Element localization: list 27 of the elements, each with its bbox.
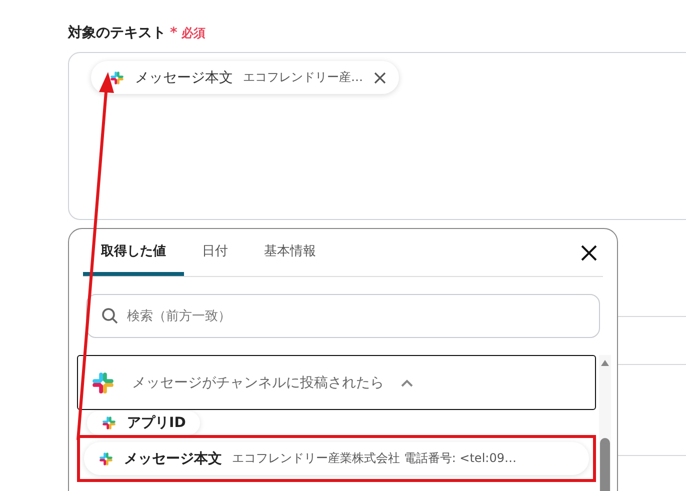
group-title: メッセージがチャンネルに投稿されたら [132, 374, 384, 392]
variable-item[interactable]: メッセージ本文 エコフレンドリー産業株式会社 電話番号: <tel:09… [84, 442, 589, 475]
tab[interactable]: 日付 [184, 229, 246, 276]
close-icon[interactable] [373, 70, 387, 84]
slack-icon [90, 370, 116, 396]
required-mark: * [170, 25, 178, 41]
trigger-group-header[interactable]: メッセージがチャンネルに投稿されたら [77, 355, 596, 410]
close-button[interactable] [579, 243, 599, 263]
chip-name: メッセージ本文 [135, 68, 233, 86]
field-label: 対象のテキスト [68, 24, 166, 42]
item-name: メッセージ本文 [124, 450, 222, 468]
text-input-area[interactable]: メッセージ本文 エコフレンドリー産… [68, 52, 686, 220]
item-value: エコフレンドリー産業株式会社 電話番号: <tel:09… [232, 450, 516, 467]
required-text: 必須 [181, 25, 206, 42]
variable-item[interactable]: アプリID [87, 411, 200, 435]
slack-icon [109, 70, 125, 86]
search-icon [101, 307, 119, 325]
slack-icon [98, 450, 114, 466]
slack-icon [101, 415, 117, 431]
scrollbar-thumb[interactable] [600, 438, 610, 491]
chip-value: エコフレンドリー産… [243, 69, 363, 86]
variable-chip[interactable]: メッセージ本文 エコフレンドリー産… [91, 61, 399, 94]
tab[interactable]: 取得した値 [83, 229, 184, 276]
item-name: アプリID [127, 414, 186, 432]
tab[interactable]: 基本情報 [246, 229, 334, 276]
scroll-up-icon[interactable] [601, 360, 609, 366]
search-field[interactable]: 検索（前方一致） [86, 294, 600, 338]
